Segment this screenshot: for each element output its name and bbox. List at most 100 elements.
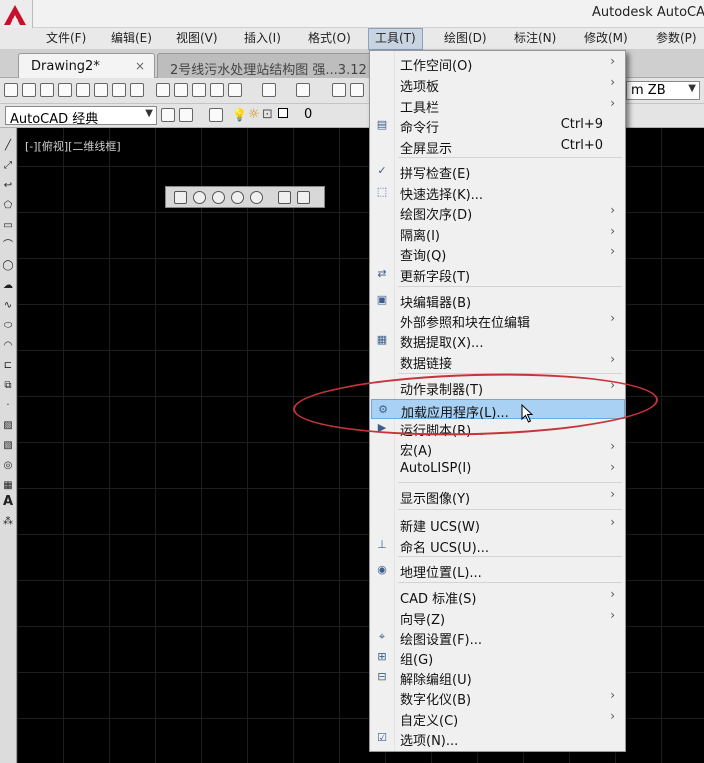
workspace-icon[interactable] <box>179 108 193 122</box>
tab-label: Drawing2* <box>31 59 100 74</box>
rectangle-icon[interactable]: ▭ <box>2 220 14 232</box>
menu-item[interactable]: ◉ 地理位置(L)... <box>371 560 625 581</box>
save-icon[interactable] <box>40 83 54 97</box>
menu-item[interactable]: ▣ 块编辑器(B) <box>371 290 625 311</box>
menu-draw[interactable]: 绘图(D) <box>438 28 493 50</box>
line-icon[interactable]: ╱ <box>2 140 14 152</box>
make-block-icon[interactable]: ⧉ <box>2 380 14 392</box>
menu-item[interactable]: 自定义(C) › <box>371 708 625 729</box>
sun-icon[interactable]: ☼ <box>248 107 260 122</box>
menu-view[interactable]: 视图(V) <box>170 28 224 50</box>
menu-item[interactable]: ⬚ 快速选择(K)... <box>371 182 625 203</box>
block-editor-icon[interactable] <box>228 83 242 97</box>
menu-item[interactable]: ▤ 命令行 Ctrl+9 <box>371 115 625 136</box>
tab-drawing2[interactable]: Drawing2* × <box>18 53 155 78</box>
publish-icon[interactable] <box>112 83 126 97</box>
menu-item[interactable]: 显示图像(Y) › <box>371 486 625 507</box>
workspace-combo[interactable]: AutoCAD 经典 ▼ <box>5 106 157 125</box>
menu-item[interactable]: ⇄ 更新字段(T) <box>371 264 625 285</box>
zoom-realtime-icon[interactable] <box>350 83 364 97</box>
menu-item[interactable]: 选项板 › <box>371 74 625 95</box>
cut-icon[interactable] <box>156 83 170 97</box>
menu-item[interactable]: ⊞ 组(G) <box>371 647 625 668</box>
menu-item[interactable]: ✓ 拼写检查(E) <box>371 161 625 182</box>
paste-icon[interactable] <box>192 83 206 97</box>
menu-item[interactable]: 宏(A) › <box>371 438 625 459</box>
copy-icon[interactable] <box>174 83 188 97</box>
revision-cloud-icon[interactable]: ☁ <box>2 280 14 292</box>
construction-line-icon[interactable]: ⤢ <box>2 160 14 172</box>
arc-icon[interactable]: ⌒ <box>2 240 14 252</box>
menu-item[interactable]: CAD 标准(S) › <box>371 586 625 607</box>
menu-modify[interactable]: 修改(M) <box>578 28 634 50</box>
add-selected-icon[interactable]: ⁂ <box>2 516 14 528</box>
orbit-free-icon[interactable] <box>212 191 225 204</box>
ellipse-arc-icon[interactable]: ◠ <box>2 340 14 352</box>
3d-print-icon[interactable] <box>130 83 144 97</box>
polyline-icon[interactable]: ↩ <box>2 180 14 192</box>
application-menu-button[interactable] <box>0 0 33 30</box>
menu-item[interactable]: ⊥ 命名 UCS(U)... <box>371 535 625 556</box>
insert-block-icon[interactable]: ⊏ <box>2 360 14 372</box>
lightbulb-icon[interactable]: 💡 <box>232 108 247 122</box>
open-icon[interactable] <box>22 83 36 97</box>
new-icon[interactable] <box>4 83 18 97</box>
menu-edit[interactable]: 编辑(E) <box>105 28 158 50</box>
hatch-icon[interactable]: ▨ <box>2 420 14 432</box>
menu-item[interactable]: 向导(Z) › <box>371 607 625 628</box>
menu-tools[interactable]: 工具(T) <box>368 28 423 50</box>
menu-item[interactable]: 外部参照和块在位编辑 › <box>371 310 625 331</box>
orbit-icon[interactable] <box>193 191 206 204</box>
cube-icon[interactable] <box>278 191 291 204</box>
menu-item[interactable]: AutoLISP(I) › <box>371 459 625 479</box>
gradient-icon[interactable]: ▧ <box>2 440 14 452</box>
saveas-icon[interactable] <box>58 83 72 97</box>
menu-item[interactable]: 隔离(I) › <box>371 223 625 244</box>
close-icon[interactable]: × <box>135 59 145 73</box>
menu-item[interactable]: 全屏显示 Ctrl+0 <box>371 136 625 157</box>
redo-icon[interactable] <box>296 83 310 97</box>
undo-icon[interactable] <box>262 83 276 97</box>
menu-item[interactable]: 绘图次序(D) › <box>371 202 625 223</box>
multiline-text-icon[interactable]: A <box>2 495 14 508</box>
layer-name[interactable]: 0 <box>304 107 312 122</box>
zoom-icon[interactable] <box>250 191 263 204</box>
menu-item[interactable]: ☑ 选项(N)... <box>371 728 625 749</box>
spline-icon[interactable]: ∿ <box>2 300 14 312</box>
pan-icon[interactable] <box>332 83 346 97</box>
menu-item-label: 快速选择(K)... <box>400 188 484 203</box>
match-properties-icon[interactable] <box>210 83 224 97</box>
menu-item[interactable]: ▦ 数据提取(X)... <box>371 330 625 351</box>
viewport-controls[interactable]: [-][俯视][二维线框] <box>25 138 121 154</box>
lock-icon[interactable]: ⊡ <box>262 107 273 122</box>
menu-separator <box>398 482 622 483</box>
point-icon[interactable]: · <box>2 400 14 412</box>
circle-icon[interactable]: ◯ <box>2 260 14 272</box>
menu-file[interactable]: 文件(F) <box>40 28 92 50</box>
menu-item[interactable]: 查询(Q) › <box>371 243 625 264</box>
menu-item[interactable]: 新建 UCS(W) › <box>371 514 625 535</box>
menu-insert[interactable]: 插入(I) <box>238 28 287 50</box>
ellipse-icon[interactable]: ⬭ <box>2 320 14 332</box>
menu-parameters[interactable]: 参数(P) <box>650 28 703 50</box>
menu-item[interactable]: ⌖ 绘图设置(F)... <box>371 627 625 648</box>
print-icon[interactable] <box>76 83 90 97</box>
linetype-combo[interactable]: m ZB ▼ <box>626 81 700 100</box>
menu-dimension[interactable]: 标注(N) <box>508 28 562 50</box>
tab-structure-drawing[interactable]: 2号线污水处理站结构图 强...3.12 <box>157 53 372 78</box>
region-icon[interactable]: ◎ <box>2 460 14 472</box>
menu-format[interactable]: 格式(O) <box>302 28 357 50</box>
menu-item[interactable]: 工作空间(O) › <box>371 53 625 74</box>
menu-item[interactable]: ⊟ 解除编组(U) <box>371 667 625 688</box>
menu-item[interactable]: 数字化仪(B) › <box>371 687 625 708</box>
menu-item[interactable]: 数据链接 › <box>371 351 625 372</box>
polygon-icon[interactable]: ⬠ <box>2 200 14 212</box>
menu-item[interactable]: 工具栏 › <box>371 95 625 116</box>
table-icon[interactable]: ▦ <box>2 480 14 492</box>
view-icon[interactable] <box>174 191 187 204</box>
workspace-settings-icon[interactable] <box>161 108 175 122</box>
layer-properties-icon[interactable] <box>209 108 223 122</box>
preview-icon[interactable] <box>94 83 108 97</box>
orbit-continuous-icon[interactable] <box>231 191 244 204</box>
delete-view-icon[interactable] <box>297 191 310 204</box>
